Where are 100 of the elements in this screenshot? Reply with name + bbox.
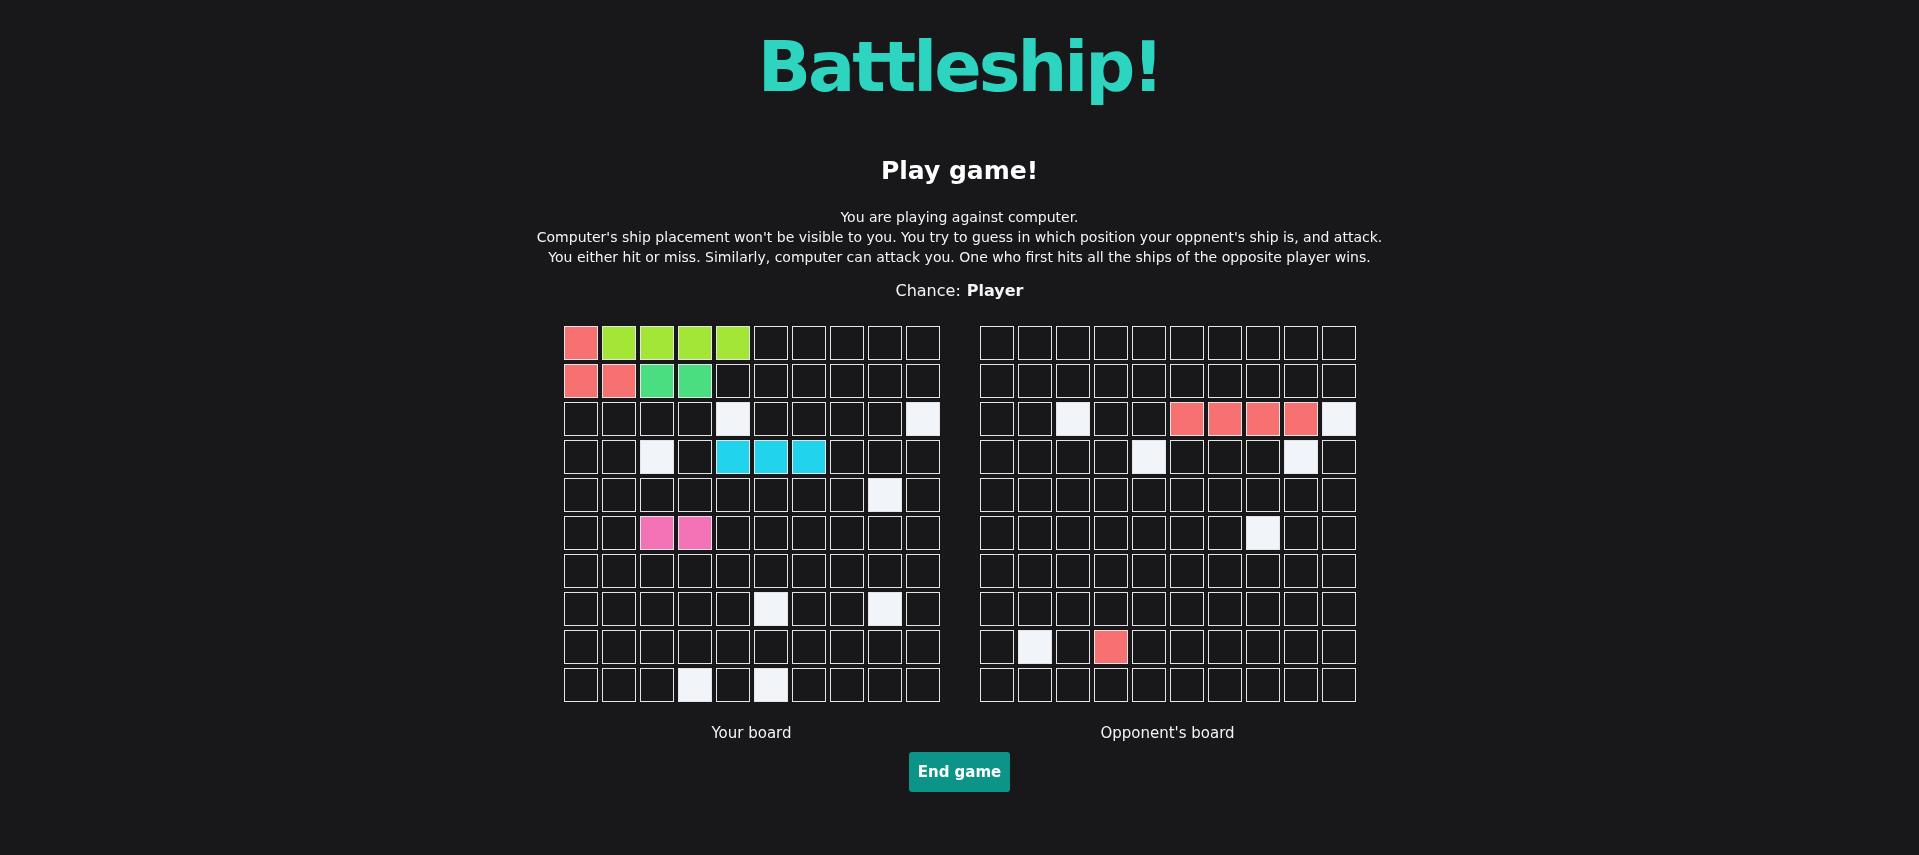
board-cell[interactable] — [1131, 592, 1166, 626]
board-cell[interactable] — [867, 516, 902, 550]
board-cell[interactable] — [1017, 668, 1052, 702]
board-cell[interactable] — [1321, 554, 1356, 588]
board-cell[interactable] — [753, 326, 788, 360]
miss-cell[interactable] — [1245, 516, 1280, 550]
board-cell[interactable] — [1093, 326, 1128, 360]
board-cell[interactable] — [867, 630, 902, 664]
board-cell[interactable] — [829, 668, 864, 702]
board-cell[interactable] — [1283, 668, 1318, 702]
board-cell[interactable] — [677, 592, 712, 626]
board-cell[interactable] — [1245, 478, 1280, 512]
board-cell[interactable] — [1131, 516, 1166, 550]
board-cell[interactable] — [1321, 326, 1356, 360]
board-cell[interactable] — [563, 516, 598, 550]
board-cell[interactable] — [1283, 630, 1318, 664]
board-cell[interactable] — [1093, 402, 1128, 436]
board-cell[interactable] — [829, 554, 864, 588]
board-cell[interactable] — [1283, 554, 1318, 588]
board-cell[interactable] — [1169, 630, 1204, 664]
board-cell[interactable] — [1169, 440, 1204, 474]
board-cell[interactable] — [639, 554, 674, 588]
miss-cell[interactable] — [1321, 402, 1356, 436]
board-cell[interactable] — [829, 516, 864, 550]
hit-cell[interactable] — [563, 364, 598, 398]
board-cell[interactable] — [1245, 326, 1280, 360]
ship-cell[interactable] — [677, 326, 712, 360]
ship-cell[interactable] — [639, 364, 674, 398]
board-cell[interactable] — [905, 440, 940, 474]
board-cell[interactable] — [1169, 592, 1204, 626]
board-cell[interactable] — [1131, 402, 1166, 436]
board-cell[interactable] — [1321, 592, 1356, 626]
miss-cell[interactable] — [639, 440, 674, 474]
board-cell[interactable] — [829, 478, 864, 512]
hit-cell[interactable] — [1245, 402, 1280, 436]
board-cell[interactable] — [601, 402, 636, 436]
board-cell[interactable] — [1321, 516, 1356, 550]
board-cell[interactable] — [1055, 554, 1090, 588]
board-cell[interactable] — [1321, 668, 1356, 702]
board-cell[interactable] — [905, 478, 940, 512]
ship-cell[interactable] — [753, 440, 788, 474]
board-cell[interactable] — [1245, 630, 1280, 664]
board-cell[interactable] — [601, 516, 636, 550]
miss-cell[interactable] — [753, 668, 788, 702]
board-cell[interactable] — [563, 478, 598, 512]
miss-cell[interactable] — [1017, 630, 1052, 664]
hit-cell[interactable] — [1283, 402, 1318, 436]
board-cell[interactable] — [1207, 326, 1242, 360]
board-cell[interactable] — [677, 630, 712, 664]
ship-cell[interactable] — [639, 326, 674, 360]
board-cell[interactable] — [601, 668, 636, 702]
board-cell[interactable] — [753, 402, 788, 436]
board-cell[interactable] — [563, 554, 598, 588]
board-cell[interactable] — [829, 630, 864, 664]
board-cell[interactable] — [979, 554, 1014, 588]
board-cell[interactable] — [1169, 326, 1204, 360]
board-cell[interactable] — [1169, 516, 1204, 550]
board-cell[interactable] — [677, 554, 712, 588]
board-cell[interactable] — [1169, 478, 1204, 512]
board-cell[interactable] — [601, 592, 636, 626]
board-cell[interactable] — [1169, 668, 1204, 702]
ship-cell[interactable] — [677, 364, 712, 398]
board-cell[interactable] — [829, 592, 864, 626]
miss-cell[interactable] — [1131, 440, 1166, 474]
board-cell[interactable] — [979, 364, 1014, 398]
miss-cell[interactable] — [1055, 402, 1090, 436]
board-cell[interactable] — [1283, 364, 1318, 398]
board-cell[interactable] — [715, 592, 750, 626]
board-cell[interactable] — [1131, 630, 1166, 664]
board-cell[interactable] — [1321, 478, 1356, 512]
board-cell[interactable] — [1055, 478, 1090, 512]
board-cell[interactable] — [1283, 516, 1318, 550]
board-cell[interactable] — [677, 478, 712, 512]
board-cell[interactable] — [791, 402, 826, 436]
board-cell[interactable] — [791, 478, 826, 512]
board-cell[interactable] — [1055, 592, 1090, 626]
board-cell[interactable] — [829, 402, 864, 436]
board-cell[interactable] — [639, 402, 674, 436]
board-cell[interactable] — [1017, 326, 1052, 360]
board-cell[interactable] — [1245, 668, 1280, 702]
miss-cell[interactable] — [753, 592, 788, 626]
board-cell[interactable] — [1207, 668, 1242, 702]
board-cell[interactable] — [1207, 630, 1242, 664]
board-cell[interactable] — [1321, 364, 1356, 398]
board-cell[interactable] — [1017, 478, 1052, 512]
hit-cell[interactable] — [563, 326, 598, 360]
board-cell[interactable] — [1093, 668, 1128, 702]
board-cell[interactable] — [1017, 554, 1052, 588]
hit-cell[interactable] — [1169, 402, 1204, 436]
board-cell[interactable] — [979, 326, 1014, 360]
board-cell[interactable] — [715, 478, 750, 512]
miss-cell[interactable] — [867, 478, 902, 512]
board-cell[interactable] — [905, 326, 940, 360]
board-cell[interactable] — [1055, 326, 1090, 360]
hit-cell[interactable] — [1207, 402, 1242, 436]
miss-cell[interactable] — [677, 668, 712, 702]
board-cell[interactable] — [1207, 554, 1242, 588]
board-cell[interactable] — [601, 554, 636, 588]
board-cell[interactable] — [791, 668, 826, 702]
hit-cell[interactable] — [601, 364, 636, 398]
